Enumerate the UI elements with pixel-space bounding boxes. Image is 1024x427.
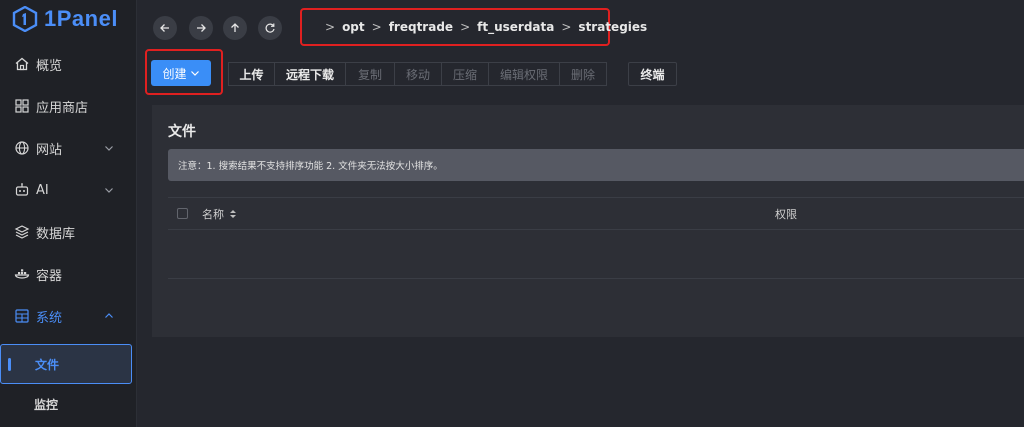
compress-button[interactable]: 压缩 — [441, 62, 489, 86]
table-header: 名称 权限 — [168, 197, 1024, 230]
sidebar: 1Panel 概览 应用商店 网站 AI 数据库 容器 系统 文件 监控 — [0, 0, 137, 427]
container-icon — [14, 269, 30, 279]
sidebar-item-website[interactable]: 网站 — [0, 128, 136, 168]
upload-button[interactable]: 上传 — [228, 62, 275, 86]
chevron-down-icon — [190, 71, 199, 76]
app-logo[interactable]: 1Panel — [12, 6, 118, 32]
globe-icon — [15, 141, 29, 155]
layers-icon — [14, 225, 30, 239]
sidebar-item-overview[interactable]: 概览 — [0, 44, 136, 84]
sidebar-subitem-label: 监控 — [34, 397, 59, 412]
breadcrumb-separator: > — [561, 20, 572, 34]
chevron-down-icon — [105, 146, 113, 151]
arrow-up-icon — [231, 23, 239, 32]
grid-icon — [15, 99, 29, 113]
sidebar-subitem-label: 文件 — [35, 357, 60, 372]
file-action-group: 上传 远程下载 复制 移动 压缩 编辑权限 删除 — [228, 62, 607, 86]
sidebar-item-label: 概览 — [36, 58, 63, 74]
arrow-right-icon — [197, 24, 206, 32]
copy-button[interactable]: 复制 — [345, 62, 395, 86]
forward-button[interactable] — [189, 16, 213, 40]
system-icon — [15, 309, 29, 323]
sidebar-item-label: AI — [36, 182, 49, 198]
up-button[interactable] — [223, 16, 247, 40]
back-button[interactable] — [153, 16, 177, 40]
select-all-checkbox[interactable] — [177, 208, 188, 219]
breadcrumb: > opt > freqtrade > ft_userdata > strate… — [300, 8, 647, 46]
create-label: 创建 — [162, 66, 187, 81]
sort-icon[interactable] — [229, 209, 237, 219]
logo-icon — [12, 6, 38, 32]
robot-icon — [15, 183, 29, 196]
column-header-permission: 权限 — [775, 207, 797, 221]
column-header-name[interactable]: 名称 — [202, 206, 224, 222]
breadcrumb-separator: > — [325, 20, 336, 34]
sidebar-item-label: 系统 — [36, 310, 63, 326]
move-button[interactable]: 移动 — [394, 62, 442, 86]
chevron-down-icon — [105, 188, 113, 193]
breadcrumb-item-freqtrade[interactable]: freqtrade — [389, 20, 453, 34]
refresh-icon — [265, 23, 275, 33]
table-body — [168, 230, 1024, 279]
breadcrumb-item-opt[interactable]: opt — [342, 20, 365, 34]
chevron-up-icon — [105, 313, 113, 318]
sidebar-item-system[interactable]: 系统 — [0, 296, 136, 336]
remote-download-button[interactable]: 远程下载 — [274, 62, 346, 86]
notice-banner: 注意：1. 搜索结果不支持排序功能 2. 文件夹无法按大小排序。 — [168, 149, 1024, 181]
breadcrumb-item-strategies[interactable]: strategies — [578, 20, 647, 34]
arrow-left-icon — [160, 24, 169, 32]
sidebar-subitem-files[interactable]: 文件 — [0, 344, 132, 384]
terminal-button[interactable]: 终端 — [628, 62, 677, 86]
breadcrumb-item-ft-userdata[interactable]: ft_userdata — [477, 20, 554, 34]
sidebar-item-app-store[interactable]: 应用商店 — [0, 86, 136, 126]
breadcrumb-separator: > — [460, 20, 471, 34]
sidebar-item-container[interactable]: 容器 — [0, 254, 136, 294]
sidebar-item-database[interactable]: 数据库 — [0, 212, 136, 252]
refresh-button[interactable] — [258, 16, 282, 40]
edit-permission-button[interactable]: 编辑权限 — [488, 62, 560, 86]
sidebar-item-label: 数据库 — [36, 226, 76, 242]
sidebar-subitem-monitor[interactable]: 监控 — [0, 384, 136, 424]
delete-button[interactable]: 删除 — [559, 62, 607, 86]
create-dropdown-button[interactable]: 创建 — [151, 60, 211, 86]
sidebar-item-label: 应用商店 — [36, 100, 89, 116]
page-title: 文件 — [168, 124, 196, 140]
logo-text: 1Panel — [44, 6, 118, 31]
sidebar-item-label: 容器 — [36, 268, 63, 284]
sidebar-item-ai[interactable]: AI — [0, 170, 136, 210]
active-indicator — [8, 358, 11, 371]
breadcrumb-separator: > — [371, 20, 382, 34]
sidebar-item-label: 网站 — [36, 142, 63, 158]
home-icon — [15, 57, 29, 71]
